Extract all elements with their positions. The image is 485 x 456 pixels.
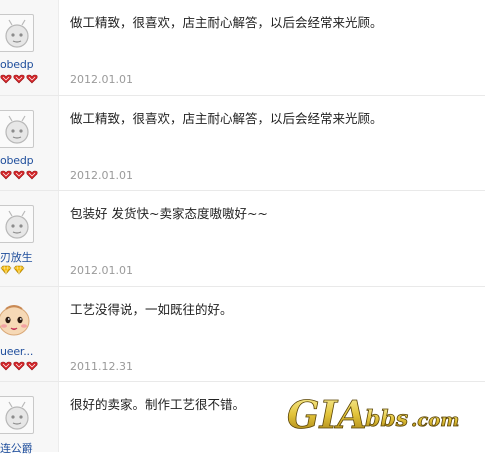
review-row: obedp 做工精致，很喜欢，店主耐心解答，以后会经常来光顾。 2012.01.… [0, 96, 485, 191]
review-date: 2012.01.01 [70, 169, 133, 182]
red-heart-badge-icon [13, 361, 25, 371]
reviewer-column: 刃放生 [0, 191, 59, 286]
review-row: ueer... 工艺没得说，一如既往的好。 2011.12.31 [0, 287, 485, 382]
reviewer-column: 连公爵 [0, 382, 59, 455]
review-date: 2011.12.31 [70, 360, 133, 373]
review-row: 刃放生 包装好 发货快~卖家态度嗷嗷好~~ 2012.01.01 [0, 191, 485, 287]
review-list: obedp 做工精致，很喜欢，店主耐心解答，以后会经常来光顾。 2012.01.… [0, 0, 485, 455]
review-date: 2012.01.01 [70, 264, 133, 277]
baby-avatar-icon[interactable] [0, 301, 32, 337]
reviewer-name-link[interactable]: 刃放生 [0, 249, 33, 265]
default-avatar-icon[interactable] [0, 396, 34, 434]
reviewer-column: ueer... [0, 287, 59, 381]
svg-text:bbs: bbs [365, 406, 408, 432]
reviewer-name-link[interactable]: obedp [0, 58, 34, 71]
review-date: 2012.01.01 [70, 73, 133, 86]
red-heart-badge-icon [0, 361, 12, 371]
yellow-diamond-badge-icon [0, 265, 12, 275]
red-heart-badge-icon [13, 170, 25, 180]
review-comment: 很好的卖家。制作工艺很不错。 [70, 397, 246, 412]
reputation-badges [0, 74, 38, 84]
yellow-diamond-badge-icon [13, 265, 25, 275]
reputation-badges [0, 265, 25, 275]
reviewer-name-link[interactable]: obedp [0, 154, 34, 167]
default-avatar-icon[interactable] [0, 110, 34, 148]
svg-text:.com: .com [411, 410, 459, 431]
red-heart-badge-icon [26, 74, 38, 84]
review-comment: 做工精致，很喜欢，店主耐心解答，以后会经常来光顾。 [70, 15, 383, 30]
review-row: obedp 做工精致，很喜欢，店主耐心解答，以后会经常来光顾。 2012.01.… [0, 0, 485, 96]
default-avatar-icon[interactable] [0, 205, 34, 243]
red-heart-badge-icon [0, 170, 12, 180]
red-heart-badge-icon [26, 361, 38, 371]
review-comment: 做工精致，很喜欢，店主耐心解答，以后会经常来光顾。 [70, 111, 383, 126]
reviewer-column: obedp [0, 0, 59, 95]
red-heart-badge-icon [26, 170, 38, 180]
red-heart-badge-icon [0, 74, 12, 84]
default-avatar-icon[interactable] [0, 14, 34, 52]
reputation-badges [0, 170, 38, 180]
red-heart-badge-icon [13, 74, 25, 84]
reputation-badges [0, 361, 38, 371]
reviewer-name-link[interactable]: ueer... [0, 345, 33, 358]
reviewer-name-link[interactable]: 连公爵 [0, 440, 33, 456]
review-comment: 包装好 发货快~卖家态度嗷嗷好~~ [70, 206, 268, 221]
reviewer-column: obedp [0, 96, 59, 190]
review-comment: 工艺没得说，一如既往的好。 [70, 302, 233, 317]
giabbs-watermark-logo: GIA bbs .com [285, 392, 465, 438]
svg-text:GIA: GIA [287, 392, 367, 437]
